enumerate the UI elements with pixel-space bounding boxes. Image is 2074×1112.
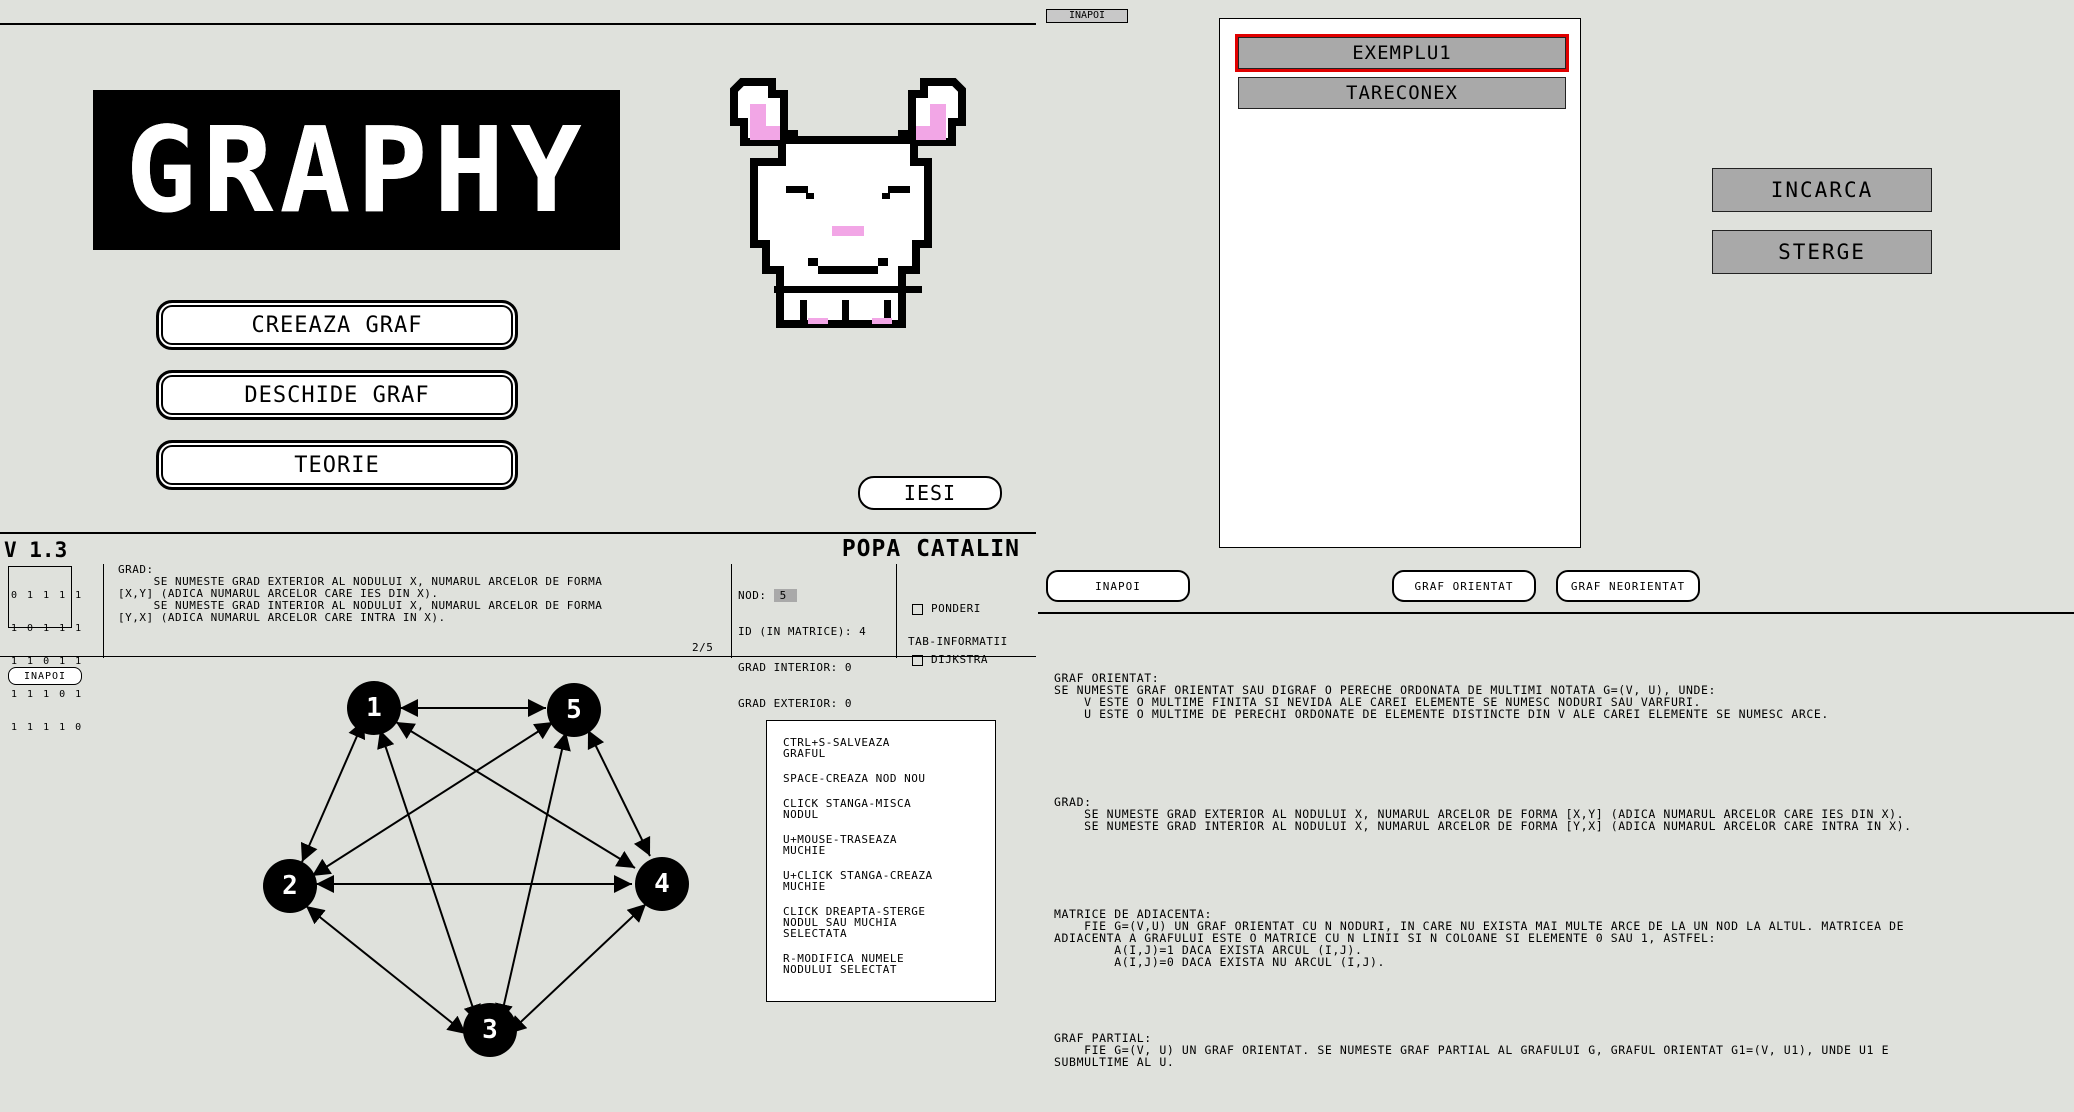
matrix-row: 1 0 1 1 1 [11, 623, 84, 634]
theory-divider [1038, 612, 2074, 614]
ponderi-label: PONDERI [931, 602, 981, 615]
theory-button[interactable]: TEORIE [156, 440, 518, 490]
load-button[interactable]: INCARCA [1712, 168, 1932, 212]
node-label: 1 [366, 693, 382, 723]
theory-text: GRAF ORIENTAT: SE NUMESTE GRAF ORIENTAT … [1054, 648, 2064, 1092]
graph-edges [300, 699, 651, 1035]
logo-text: GRAPHY [122, 98, 588, 242]
node-name-field[interactable]: 5 [773, 589, 797, 602]
matrix-row: 0 1 1 1 1 [11, 590, 84, 601]
help-item: R-MODIFICA NUMELE NODULUI SELECTAT [783, 952, 905, 976]
file-browser-panel: INAPOI EXEMPLU1 TARECONEX INCARCA STERGE [1036, 0, 2074, 560]
version-label: V 1.3 [4, 538, 68, 562]
theory-section: GRAF PARTIAL: FIE G=(V, U) UN GRAF ORIEN… [1054, 1031, 1890, 1069]
graph-node[interactable]: 1 [347, 681, 401, 735]
file-item-exemplu1[interactable]: EXEMPLU1 [1235, 34, 1569, 72]
theory-panel: INAPOI GRAF ORIENTAT GRAF NEORIENTAT GRA… [1036, 560, 2074, 1112]
file-item-tareconex[interactable]: TARECONEX [1238, 77, 1566, 109]
graph-edge[interactable] [587, 729, 651, 857]
main-menu-panel: GRAPHY CREEAZA GRAF DESCHIDE GRAF TEORIE… [0, 0, 1036, 534]
graph-editor-panel: INAPOI 1 5 2 4 3 CTRL+S-SALVEAZA GRAFUL … [0, 658, 1036, 1112]
node-label: 3 [482, 1015, 498, 1045]
node-label: 2 [282, 871, 298, 901]
help-item: CLICK STANGA-MISCA NODUL [783, 797, 912, 821]
help-item: CLICK DREAPTA-STERGE NODUL SAU MUCHIA SE… [783, 905, 926, 940]
graph-edge[interactable] [300, 719, 366, 863]
top-divider [0, 23, 1036, 25]
theory-section: GRAF ORIENTAT: SE NUMESTE GRAF ORIENTAT … [1054, 671, 1829, 721]
tip-page-indicator: 2/5 [692, 641, 714, 654]
open-graph-button[interactable]: DESCHIDE GRAF [156, 370, 518, 420]
matrix-id-label: ID (IN MATRICE): 4 [738, 625, 867, 638]
bunny-mascot-icon [730, 78, 966, 328]
theory-section: GRAD: SE NUMESTE GRAD EXTERIOR AL NODULU… [1054, 795, 1912, 833]
info-bar: V 1.3 POPA CATALIN 0 1 1 1 1 1 0 1 1 1 1… [0, 534, 1036, 733]
node-label: 5 [566, 695, 582, 725]
help-item: CTRL+S-SALVEAZA GRAFUL [783, 736, 890, 760]
graph-node[interactable]: 3 [463, 1003, 517, 1057]
graph-node[interactable]: 4 [635, 857, 689, 911]
tab-info-hint: TAB-INFORMATII [908, 635, 1008, 648]
help-item: SPACE-CREAZA NOD NOU [783, 772, 926, 785]
graph-edge[interactable] [507, 903, 647, 1035]
info-bottom-divider [0, 656, 1036, 657]
graph-canvas[interactable]: 1 5 2 4 3 [0, 658, 760, 1112]
graph-edge[interactable] [395, 721, 636, 869]
graph-edge[interactable] [377, 729, 481, 1024]
info-divider [731, 564, 732, 658]
exit-button[interactable]: IESI [858, 476, 1002, 510]
theory-section: MATRICE DE ADIACENTA: FIE G=(V,U) UN GRA… [1054, 907, 1905, 969]
graph-edge[interactable] [495, 731, 571, 1023]
node-label: NOD: [738, 589, 767, 602]
create-graph-button[interactable]: CREEAZA GRAF [156, 300, 518, 350]
author-label: POPA CATALIN [841, 536, 1020, 562]
ponderi-checkbox[interactable] [912, 603, 923, 615]
ponderi-option[interactable]: PONDERI [912, 600, 988, 617]
help-item: U+CLICK STANGA-CREAZA MUCHIE [783, 869, 933, 893]
node-label: 4 [654, 869, 670, 899]
shortcuts-help-box: CTRL+S-SALVEAZA GRAFUL SPACE-CREAZA NOD … [766, 720, 996, 1002]
tab-directed-graph[interactable]: GRAF ORIENTAT [1392, 570, 1536, 602]
theory-back-button[interactable]: INAPOI [1046, 570, 1190, 602]
tab-undirected-graph[interactable]: GRAF NEORIENTAT [1556, 570, 1700, 602]
delete-button[interactable]: STERGE [1712, 230, 1932, 274]
graphy-logo: GRAPHY [93, 90, 620, 250]
graph-edge[interactable] [305, 905, 467, 1035]
graph-node[interactable]: 5 [547, 683, 601, 737]
graph-node[interactable]: 2 [263, 859, 317, 913]
info-divider [103, 564, 104, 658]
info-divider [896, 564, 897, 658]
tip-text: GRAD: SE NUMESTE GRAD EXTERIOR AL NODULU… [118, 563, 603, 624]
help-item: U+MOUSE-TRASEAZA MUCHIE [783, 833, 897, 857]
file-back-button[interactable]: INAPOI [1046, 9, 1128, 23]
adjacency-matrix-preview: 0 1 1 1 1 1 0 1 1 1 1 1 0 1 1 1 1 1 0 1 … [8, 566, 84, 733]
